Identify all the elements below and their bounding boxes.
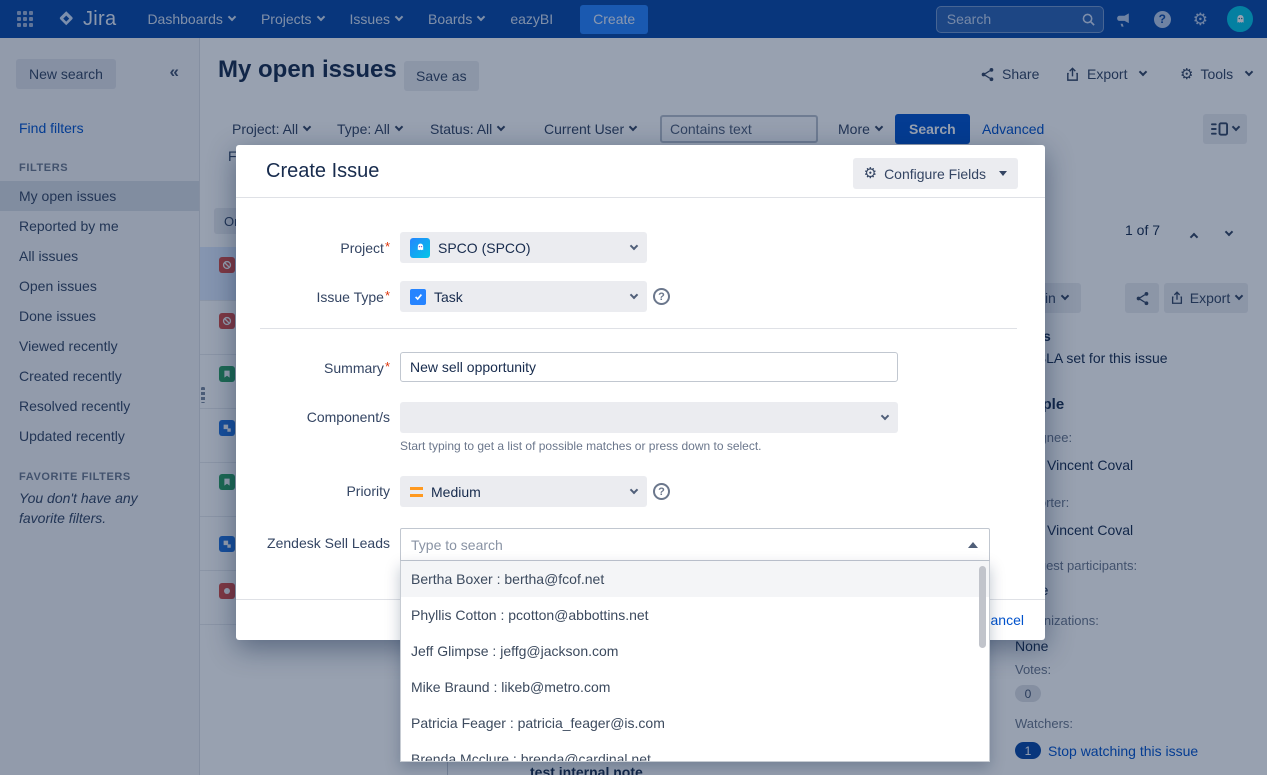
issue-type-help-icon[interactable]: ? (653, 288, 670, 305)
chevron-down-icon (630, 290, 638, 298)
priority-select[interactable]: Medium (400, 476, 647, 507)
leads-combobox: Bertha Boxer : bertha@fcof.net Phyllis C… (400, 528, 990, 762)
leads-field-label: Zendesk Sell Leads (236, 535, 390, 551)
chevron-down-icon (630, 485, 638, 493)
leads-option-list: Bertha Boxer : bertha@fcof.net Phyllis C… (400, 561, 990, 762)
component-select[interactable] (400, 402, 898, 433)
project-field-label: Project (236, 239, 390, 256)
priority-field-label: Priority (236, 483, 390, 499)
lead-option[interactable]: Bertha Boxer : bertha@fcof.net (401, 561, 989, 597)
priority-medium-icon (410, 487, 423, 497)
priority-help-icon[interactable]: ? (653, 483, 670, 500)
configure-fields-button[interactable]: ⚙ Configure Fields (853, 158, 1018, 189)
lead-option[interactable]: Phyllis Cotton : pcotton@abbottins.net (401, 597, 989, 633)
lead-option[interactable]: Mike Braund : likeb@metro.com (401, 669, 989, 705)
chevron-down-icon (630, 241, 638, 249)
summary-input[interactable] (400, 352, 898, 382)
component-helper-text: Start typing to get a list of possible m… (400, 439, 762, 453)
lead-option[interactable]: Brenda Mcclure : brenda@cardinal.net (401, 741, 989, 762)
issue-type-select-value: Task (434, 289, 463, 305)
project-avatar-icon (410, 238, 430, 258)
project-select[interactable]: SPCO (SPCO) (400, 232, 647, 263)
configure-fields-label: Configure Fields (884, 166, 986, 182)
modal-header: Create Issue ⚙ Configure Fields (236, 145, 1045, 198)
dropdown-scrollbar-thumb[interactable] (979, 566, 986, 648)
priority-select-value: Medium (431, 484, 481, 500)
lead-option[interactable]: Jeff Glimpse : jeffg@jackson.com (401, 633, 989, 669)
triangle-up-icon[interactable] (968, 542, 978, 548)
task-type-icon (410, 289, 426, 305)
issue-type-field-label: Issue Type (236, 288, 390, 305)
modal-title: Create Issue (266, 160, 379, 183)
jira-application: Jira Dashboards Projects Issues Boards e… (0, 0, 1267, 775)
component-field-label: Component/s (236, 409, 390, 425)
leads-search-input[interactable] (400, 528, 990, 561)
project-select-value: SPCO (SPCO) (438, 240, 531, 256)
lead-option[interactable]: Patricia Feager : patricia_feager@is.com (401, 705, 989, 741)
gear-icon: ⚙ (864, 166, 877, 181)
issue-type-select[interactable]: Task (400, 281, 647, 312)
triangle-down-icon (999, 171, 1007, 176)
summary-field-label: Summary (236, 359, 390, 376)
chevron-down-icon (881, 411, 889, 419)
form-divider (260, 328, 1017, 329)
